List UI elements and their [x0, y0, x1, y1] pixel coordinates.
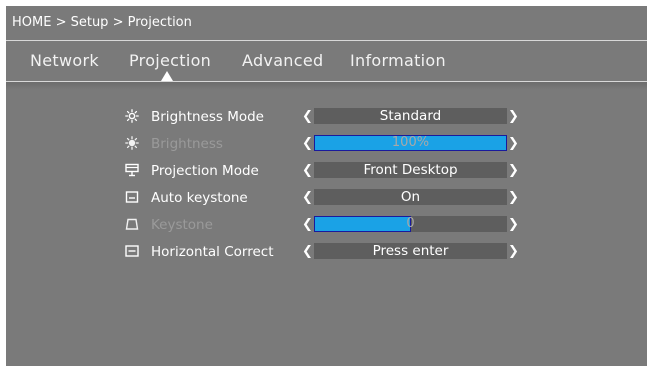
right-arrow-icon[interactable]: ❯ [508, 189, 519, 207]
brightness-value: 100% [391, 135, 430, 150]
tab-network[interactable]: Network [30, 51, 99, 71]
right-arrow-icon[interactable]: ❯ [508, 216, 519, 234]
tab-information[interactable]: Information [350, 51, 446, 71]
left-arrow-icon[interactable]: ❮ [302, 108, 313, 126]
left-arrow-icon[interactable]: ❮ [302, 243, 313, 261]
setting-row-brightness-mode[interactable]: Brightness Mode ❮ Standard ❯ [6, 106, 647, 128]
setting-row-projection-mode[interactable]: Projection Mode ❮ Front Desktop ❯ [6, 160, 647, 182]
left-arrow-icon[interactable]: ❮ [302, 216, 313, 234]
sun-icon [125, 136, 139, 150]
projector-icon [125, 163, 139, 177]
setting-label-auto-keystone: Auto keystone [151, 190, 248, 206]
setting-row-horizontal-correct[interactable]: Horizontal Correct ❮ Press enter ❯ [6, 241, 647, 263]
brightness-mode-value: Standard [379, 108, 442, 124]
keystone-slider[interactable]: 0 [314, 216, 507, 232]
keystone-value: 0 [406, 216, 415, 231]
right-arrow-icon[interactable]: ❯ [508, 108, 519, 126]
tab-projection[interactable]: Projection [129, 51, 211, 71]
auto-keystone-value: On [400, 189, 421, 205]
active-tab-indicator [161, 71, 173, 81]
keystone-icon [125, 191, 139, 203]
setting-label-keystone: Keystone [151, 217, 213, 233]
projection-mode-value: Front Desktop [363, 162, 458, 178]
right-arrow-icon[interactable]: ❯ [508, 135, 519, 153]
header-divider [6, 40, 647, 41]
setting-label-projection-mode: Projection Mode [151, 163, 259, 179]
setting-label-brightness: Brightness [151, 136, 223, 152]
setting-row-brightness: Brightness ❮ 100% ❯ [6, 133, 647, 155]
left-arrow-icon[interactable]: ❮ [302, 135, 313, 153]
brightness-mode-selector[interactable]: Standard [314, 108, 507, 124]
right-arrow-icon[interactable]: ❯ [508, 243, 519, 261]
tab-advanced[interactable]: Advanced [242, 51, 323, 71]
left-arrow-icon[interactable]: ❮ [302, 189, 313, 207]
right-arrow-icon[interactable]: ❯ [508, 162, 519, 180]
breadcrumb: HOME > Setup > Projection [12, 15, 192, 30]
horizontal-correct-icon [125, 245, 139, 257]
horizontal-correct-value: Press enter [372, 243, 449, 259]
brightness-slider[interactable]: 100% [314, 135, 507, 151]
horizontal-correct-button[interactable]: Press enter [314, 243, 507, 259]
tabs-shadow [6, 82, 647, 90]
projection-settings-panel: HOME > Setup > Projection Network Projec… [6, 6, 647, 366]
left-arrow-icon[interactable]: ❮ [302, 162, 313, 180]
setting-row-keystone: Keystone ❮ 0 ❯ [6, 214, 647, 236]
auto-keystone-selector[interactable]: On [314, 189, 507, 205]
trapezoid-icon [125, 218, 139, 230]
sun-icon [125, 109, 139, 123]
setting-label-brightness-mode: Brightness Mode [151, 109, 264, 125]
projection-mode-selector[interactable]: Front Desktop [314, 162, 507, 178]
setting-row-auto-keystone[interactable]: Auto keystone ❮ On ❯ [6, 187, 647, 209]
setting-label-horizontal-correct: Horizontal Correct [151, 244, 274, 260]
